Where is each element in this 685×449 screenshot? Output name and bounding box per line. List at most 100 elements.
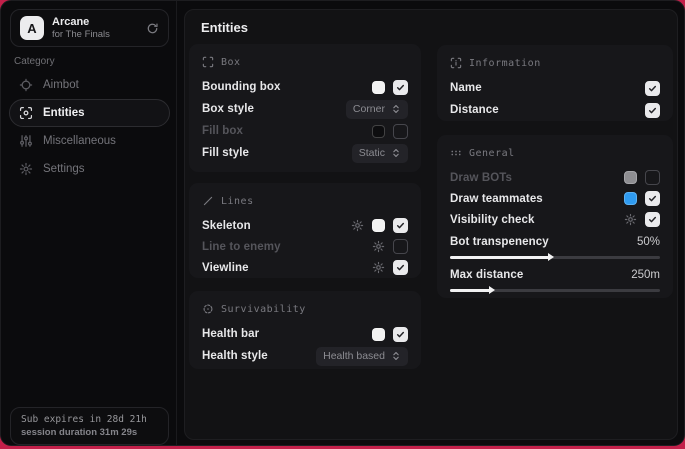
sidebar-item-settings[interactable]: Settings [9,155,170,183]
setting-row: Visibility check [450,209,660,230]
color-swatch[interactable] [372,219,385,232]
max-distance-slider[interactable] [450,284,660,296]
checkbox[interactable] [393,80,408,95]
setting-row: Bounding box [202,76,408,98]
brand-card: A Arcane for The Finals [10,9,169,47]
category-label: Category [14,56,55,67]
checkbox[interactable] [645,103,660,118]
grid-dots-icon [450,147,462,159]
setting-label: Name [450,82,482,94]
setting-row: Fill box [202,120,408,142]
crosshair-icon [19,78,33,92]
gear-icon[interactable] [351,219,364,232]
checkbox[interactable] [645,191,660,206]
bot-transparency-slider-block: Bot transpenency 50% [450,233,660,263]
panel-information: Information Name Distance [437,45,673,121]
setting-label: Health style [202,350,268,362]
setting-label: Draw teammates [450,193,543,205]
panel-general-header: General [450,144,660,162]
checkbox[interactable] [645,170,660,185]
app-subtitle: for The Finals [52,29,110,40]
panel-lines-header: Lines [202,192,408,210]
setting-label: Distance [450,104,499,116]
panel-title: General [469,148,515,159]
scan-info-icon [450,57,462,69]
setting-row: Health style Health based [202,345,408,367]
app-title: Arcane [52,16,110,29]
color-swatch[interactable] [372,125,385,138]
sidebar-item-label: Settings [43,163,85,175]
sidebar-item-label: Miscellaneous [43,135,116,147]
app-logo: A [20,16,44,40]
panel-title: Lines [221,196,254,207]
checkbox[interactable] [645,81,660,96]
gear-icon [19,162,33,176]
setting-label: Health bar [202,328,259,340]
checkbox[interactable] [645,212,660,227]
health-style-dropdown[interactable]: Health based [316,347,408,366]
check-icon [396,83,405,92]
slider-value: 250m [631,269,660,281]
slider-track[interactable] [450,256,660,259]
dashed-circle-icon [202,303,214,315]
sidebar-item-aimbot[interactable]: Aimbot [9,71,170,99]
sliders-icon [19,134,33,148]
color-swatch[interactable] [624,171,637,184]
setting-row: Draw teammates [450,188,660,209]
sidebar-item-miscellaneous[interactable]: Miscellaneous [9,127,170,155]
setting-label: Fill box [202,125,243,137]
color-swatch[interactable] [372,81,385,94]
setting-row: Draw BOTs [450,167,660,188]
sidebar-nav: Aimbot Entities Miscella [9,71,170,183]
dropdown-value: Static [359,147,385,159]
gear-icon[interactable] [372,261,385,274]
setting-row: Box style Corner [202,98,408,120]
setting-label: Viewline [202,262,249,274]
setting-row: Distance [450,99,660,121]
slider-fill [450,256,551,259]
slider-track[interactable] [450,289,660,292]
panel-information-header: Information [450,54,660,72]
gear-icon[interactable] [372,240,385,253]
checkbox[interactable] [393,218,408,233]
setting-label: Bounding box [202,81,281,93]
gear-icon[interactable] [624,213,637,226]
checkbox[interactable] [393,260,408,275]
setting-label: Bot transpenency [450,236,549,248]
chevrons-up-down-icon [391,148,401,158]
check-icon [396,221,405,230]
box-style-dropdown[interactable]: Corner [346,100,408,119]
checkbox[interactable] [393,124,408,139]
checkbox[interactable] [393,239,408,254]
setting-label: Box style [202,103,254,115]
setting-label: Visibility check [450,214,535,226]
check-icon [648,215,657,224]
setting-label: Fill style [202,147,249,159]
dropdown-value: Health based [323,350,385,362]
fill-style-dropdown[interactable]: Static [352,144,408,163]
box-corners-icon [202,56,214,68]
sub-expiry-text: Sub expires in 28d 21h [21,414,158,425]
setting-row: Health bar [202,323,408,345]
diagonal-line-icon [202,195,214,207]
refresh-icon[interactable] [146,22,159,35]
scan-eye-icon [19,106,33,120]
setting-label: Max distance [450,269,523,281]
setting-label: Line to enemy [202,241,281,253]
panel-title: Box [221,57,241,68]
slider-label-row: Bot transpenency 50% [450,233,660,251]
bot-transparency-slider[interactable] [450,251,660,263]
session-duration-text: session duration 31m 29s [21,427,158,438]
sidebar-item-entities[interactable]: Entities [9,99,170,127]
color-swatch[interactable] [372,328,385,341]
check-icon [396,330,405,339]
checkbox[interactable] [393,327,408,342]
sidebar-item-label: Aimbot [43,79,79,91]
panel-lines: Lines Skeleton Line to enemy [189,183,421,278]
color-swatch[interactable] [624,192,637,205]
panel-box: Box Bounding box Box style Corner Fill b… [189,44,421,172]
slider-fill [450,289,492,292]
setting-row: Viewline [202,257,408,278]
check-icon [648,84,657,93]
setting-label: Draw BOTs [450,172,512,184]
